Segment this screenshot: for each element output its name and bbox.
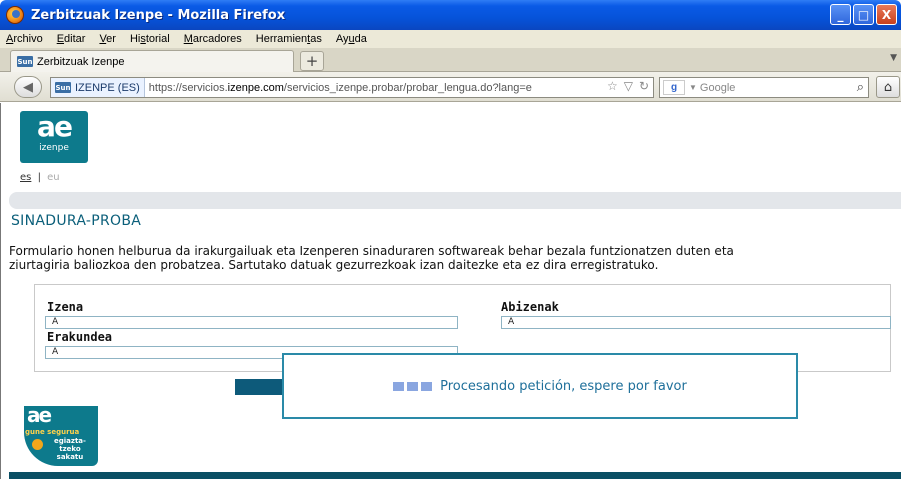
back-button[interactable]: ◀ (14, 76, 42, 98)
navigation-toolbar: ◀ Sun IZENPE (ES) https://servicios.izen… (0, 72, 901, 102)
menu-bar: Archivo Editar Ver Historial Marcadores … (0, 30, 901, 48)
loading-square-icon (421, 381, 433, 391)
search-engine-dropdown-icon[interactable]: ▼ (689, 83, 697, 92)
window-titlebar[interactable]: Zerbitzuak Izenpe - Mozilla Firefox _ □ … (0, 0, 901, 30)
menu-marcadores[interactable]: Marcadores (184, 33, 242, 45)
firefox-icon (6, 6, 24, 24)
tab-list-chevron-icon[interactable]: ▼ (890, 53, 897, 63)
surname-input[interactable]: A (501, 316, 891, 329)
site-identity-button[interactable]: Sun IZENPE (ES) (51, 78, 145, 97)
logo-mark: ae (37, 110, 73, 143)
logo-name: izenpe (39, 143, 69, 153)
menu-ayuda[interactable]: Ayuda (336, 33, 367, 45)
processing-message: Procesando petición, espere por favor (440, 378, 687, 394)
loading-square-icon (393, 381, 405, 391)
page-content: ae izenpe es | eu SINADURA-PROBA Formula… (0, 103, 901, 479)
secure-zone-seal[interactable]: ae gune segurua egiazta- tzeko sakatu (24, 406, 98, 466)
processing-dialog: Procesando petición, espere por favor (282, 353, 798, 419)
home-icon: ⌂ (883, 79, 893, 95)
language-selector: es | eu (20, 172, 60, 183)
maximize-button[interactable]: □ (853, 4, 874, 25)
lang-separator: | (37, 172, 41, 183)
url-text[interactable]: https://servicios.izenpe.com/servicios_i… (149, 82, 532, 94)
reload-icon[interactable]: ↻ (639, 79, 649, 93)
lang-eu-link[interactable]: eu (47, 172, 60, 183)
url-bar[interactable]: Sun IZENPE (ES) https://servicios.izenpe… (50, 77, 654, 98)
bookmark-star-icon[interactable]: ☆ (607, 79, 618, 93)
window-controls: _ □ X (830, 4, 897, 25)
tab-label: Zerbitzuak Izenpe (37, 55, 125, 68)
identity-label: IZENPE (ES) (75, 81, 140, 94)
search-magnifier-icon[interactable]: ⌕ (857, 79, 864, 95)
organization-label: Erakundea (47, 330, 113, 344)
home-button[interactable]: ⌂ (876, 76, 900, 98)
window-title: Zerbitzuak Izenpe - Mozilla Firefox (31, 7, 286, 23)
name-label: Izena (47, 300, 84, 314)
google-engine-icon[interactable]: g (663, 80, 685, 95)
close-button[interactable]: X (876, 4, 897, 25)
lang-es-link[interactable]: es (20, 172, 31, 183)
seal-mark: ae (27, 406, 52, 427)
menu-archivo[interactable]: Archivo (6, 33, 43, 45)
tab-zerbitzuak-izenpe[interactable]: Sun Zerbitzuak Izenpe (10, 50, 294, 72)
footer-bar (9, 472, 901, 479)
seal-dot-icon (32, 439, 43, 450)
minimize-button[interactable]: _ (830, 4, 851, 25)
page-title: SINADURA-PROBA (11, 213, 142, 229)
description-line-1: Formulario honen helburua da irakurgailu… (9, 244, 734, 258)
search-input[interactable]: Google (700, 82, 735, 94)
history-dropdown-icon[interactable]: ▽ (624, 79, 633, 93)
izenpe-logo[interactable]: ae izenpe (20, 111, 88, 163)
header-divider-bar (9, 192, 901, 209)
surname-label: Abizenak (501, 300, 559, 314)
menu-historial[interactable]: Historial (130, 33, 170, 45)
url-bar-icons: ☆ ▽ ↻ (602, 79, 649, 93)
search-bar[interactable]: g ▼ Google ⌕ (659, 77, 869, 98)
name-input[interactable]: A (45, 316, 458, 329)
back-arrow-icon: ◀ (23, 79, 33, 95)
description-line-2: ziurtagiria baliozkoa den probatzea. Sar… (9, 258, 659, 272)
sun-favicon-icon: Sun (55, 82, 71, 93)
tab-bar: Sun Zerbitzuak Izenpe + ▼ (0, 48, 901, 72)
page-description: Formulario honen helburua da irakurgailu… (9, 244, 901, 272)
seal-caption: egiazta- tzeko sakatu (54, 437, 86, 461)
menu-editar[interactable]: Editar (57, 33, 86, 45)
loading-square-icon (407, 381, 419, 391)
seal-title: gune segurua (25, 428, 80, 436)
new-tab-button[interactable]: + (300, 51, 324, 71)
menu-ver[interactable]: Ver (99, 33, 116, 45)
sun-favicon-icon: Sun (17, 56, 33, 67)
menu-herramientas[interactable]: Herramientas (256, 33, 322, 45)
